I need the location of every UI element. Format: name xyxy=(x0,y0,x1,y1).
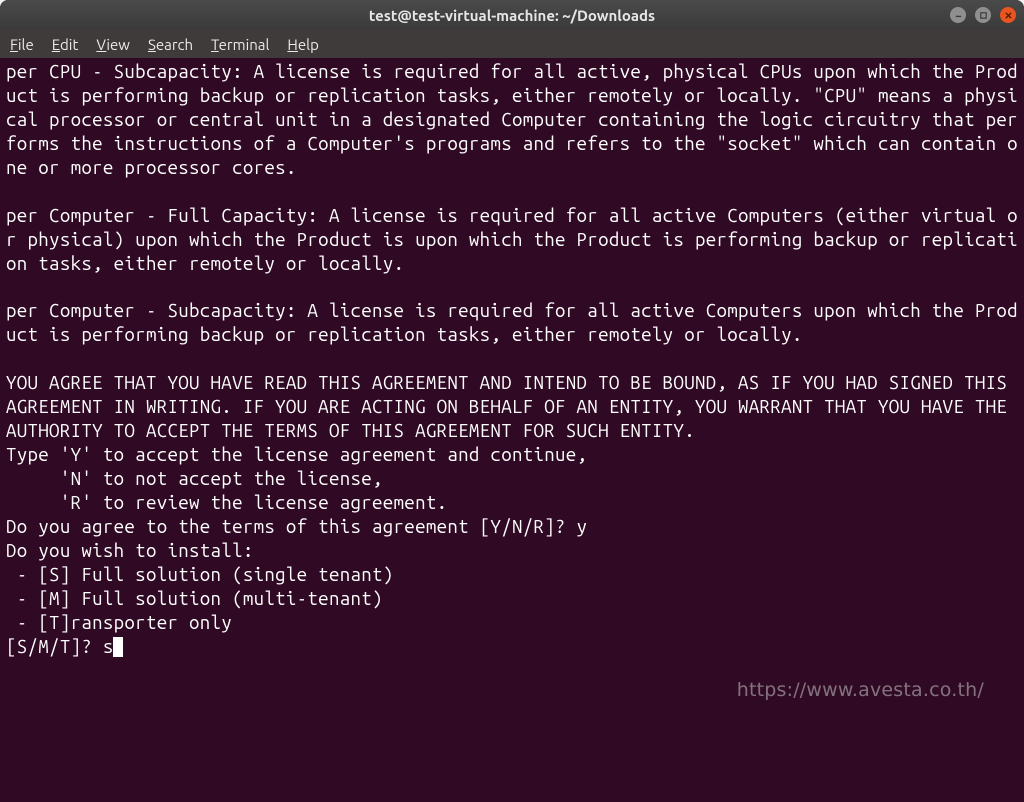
menu-file[interactable]: File xyxy=(10,36,34,53)
terminal-output: per CPU - Subcapacity: A license is requ… xyxy=(6,61,1018,657)
terminal-cursor xyxy=(113,637,123,657)
terminal-body[interactable]: per CPU - Subcapacity: A license is requ… xyxy=(0,58,1024,802)
terminal-window: test@test-virtual-machine: ~/Downloads F… xyxy=(0,0,1024,802)
menu-edit[interactable]: Edit xyxy=(52,36,79,53)
menu-terminal[interactable]: Terminal xyxy=(211,36,269,53)
minimize-icon xyxy=(954,11,963,20)
maximize-icon xyxy=(979,11,988,20)
minimize-button[interactable] xyxy=(950,7,966,23)
close-icon xyxy=(1004,11,1013,20)
menu-view[interactable]: View xyxy=(96,36,130,53)
titlebar[interactable]: test@test-virtual-machine: ~/Downloads xyxy=(0,0,1024,30)
close-button[interactable] xyxy=(1000,7,1016,23)
window-title: test@test-virtual-machine: ~/Downloads xyxy=(0,7,1024,24)
menu-search[interactable]: Search xyxy=(148,36,193,53)
maximize-button[interactable] xyxy=(975,7,991,23)
watermark: https://www.avesta.co.th/ xyxy=(737,678,984,702)
window-controls xyxy=(950,7,1016,23)
menubar: File Edit View Search Terminal Help xyxy=(0,30,1024,58)
menu-help[interactable]: Help xyxy=(287,36,318,53)
